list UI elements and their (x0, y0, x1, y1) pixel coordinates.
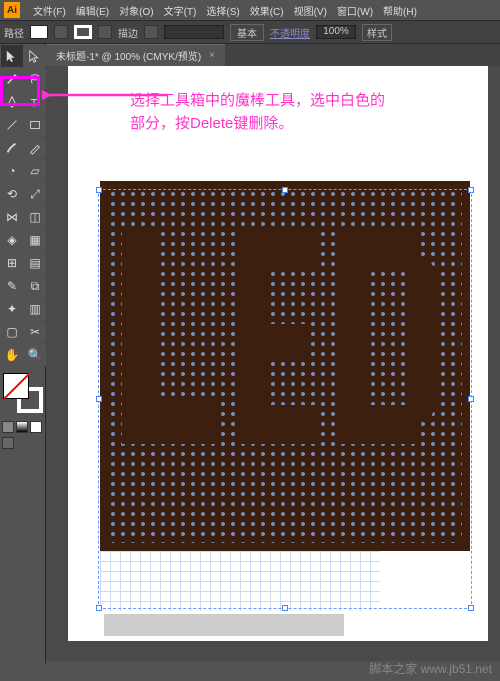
menu-effect[interactable]: 效果(C) (245, 3, 289, 18)
width-tool[interactable]: ⋈ (1, 206, 23, 228)
artboard-tool[interactable]: ▢ (1, 321, 23, 343)
stroke-label: 描边 (118, 25, 138, 40)
color-mode-none[interactable] (30, 421, 42, 433)
zoom-tool[interactable]: 🔍 (24, 344, 46, 366)
eraser-tool[interactable]: ▱ (24, 160, 46, 182)
app-window: Ai 文件(F) 编辑(E) 对象(O) 文字(T) 选择(S) 效果(C) 视… (0, 0, 500, 681)
stroke-dropdown[interactable] (98, 25, 112, 39)
opacity-label[interactable]: 不透明度 (270, 25, 310, 40)
stroke-weight-dropdown[interactable] (144, 25, 158, 39)
menu-edit[interactable]: 编辑(E) (71, 3, 114, 18)
menu-help[interactable]: 帮助(H) (378, 3, 422, 18)
annotation-line1: 选择工具箱中的魔棒工具，选中白色的 (130, 90, 385, 113)
symbol-spray-tool[interactable]: ✦ (1, 298, 23, 320)
watermark: 脚本之家 www.jb51.net (369, 660, 492, 677)
tool-panel: T ◔ ▱ ⟲ ⤢ ⋈ ◫ ◈ ▦ ⊞ ▤ ✎ ⧉ ✦ ▥ ▢ ✂ ✋ 🔍 (0, 44, 46, 664)
annotation-text: 选择工具箱中的魔棒工具，选中白色的 部分，按Delete键删除。 (130, 90, 385, 135)
color-mode-normal[interactable] (2, 421, 14, 433)
slice-tool[interactable]: ✂ (24, 321, 46, 343)
menu-bar: Ai 文件(F) 编辑(E) 对象(O) 文字(T) 选择(S) 效果(C) 视… (0, 0, 500, 20)
close-tab-icon[interactable]: × (209, 50, 215, 61)
options-bar: 路径 描边 基本 不透明度 100% 样式 (0, 20, 500, 44)
blend-tool[interactable]: ⧉ (24, 275, 46, 297)
magic-wand-tool[interactable] (1, 68, 23, 90)
fill-box[interactable] (3, 373, 29, 399)
menu-file[interactable]: 文件(F) (28, 3, 71, 18)
rectangle-tool[interactable] (24, 114, 46, 136)
handle-br[interactable] (468, 605, 474, 611)
hand-tool[interactable]: ✋ (1, 344, 23, 366)
pen-tool[interactable] (1, 91, 23, 113)
menu-select[interactable]: 选择(S) (201, 3, 244, 18)
menu-view[interactable]: 视图(V) (289, 3, 332, 18)
lasso-tool[interactable] (24, 68, 46, 90)
perspective-tool[interactable]: ▦ (24, 229, 46, 251)
selection-tool[interactable] (1, 45, 23, 67)
redacted-area (104, 614, 344, 636)
screen-mode-row (0, 435, 45, 451)
brush-basic[interactable]: 基本 (230, 24, 264, 41)
style-dropdown[interactable]: 样式 (362, 24, 392, 41)
svg-text:T: T (31, 97, 38, 109)
line-tool[interactable] (1, 114, 23, 136)
menu-type[interactable]: 文字(T) (159, 3, 202, 18)
menu-object[interactable]: 对象(O) (114, 3, 158, 18)
artboard-canvas[interactable] (68, 66, 488, 641)
blob-brush-tool[interactable]: ◔ (1, 160, 23, 182)
annotation-line2: 部分，按Delete键删除。 (130, 113, 385, 136)
scale-tool[interactable]: ⤢ (24, 183, 46, 205)
menu-window[interactable]: 窗口(W) (332, 3, 378, 18)
stroke-swatch[interactable] (74, 25, 92, 39)
led-artwork[interactable] (100, 181, 470, 551)
led-letters (108, 189, 462, 543)
brush-tool[interactable] (1, 137, 23, 159)
gradient-tool[interactable]: ▤ (24, 252, 46, 274)
color-mode-gradient[interactable] (16, 421, 28, 433)
shape-builder-tool[interactable]: ◈ (1, 229, 23, 251)
graph-tool[interactable]: ▥ (24, 298, 46, 320)
opacity-value[interactable]: 100% (316, 25, 356, 39)
free-transform-tool[interactable]: ◫ (24, 206, 46, 228)
document-tab[interactable]: 未标题-1* @ 100% (CMYK/预览) × (46, 44, 225, 66)
direct-select-tool[interactable] (24, 45, 46, 67)
stroke-profile[interactable] (164, 25, 224, 39)
workspace (46, 66, 500, 661)
eyedropper-tool[interactable]: ✎ (1, 275, 23, 297)
path-label: 路径 (4, 25, 24, 40)
fill-dropdown[interactable] (54, 25, 68, 39)
grid-extension (100, 551, 380, 611)
fill-swatch[interactable] (30, 25, 48, 39)
fill-stroke-indicator[interactable] (3, 373, 43, 413)
rotate-tool[interactable]: ⟲ (1, 183, 23, 205)
mesh-tool[interactable]: ⊞ (1, 252, 23, 274)
pencil-tool[interactable] (24, 137, 46, 159)
document-tab-title: 未标题-1* @ 100% (CMYK/预览) (56, 48, 201, 63)
type-tool[interactable]: T (24, 91, 46, 113)
screen-mode[interactable] (2, 437, 14, 449)
document-tab-bar: 未标题-1* @ 100% (CMYK/预览) × (0, 44, 500, 66)
ai-logo-icon: Ai (4, 2, 20, 18)
color-mode-row (0, 419, 45, 435)
